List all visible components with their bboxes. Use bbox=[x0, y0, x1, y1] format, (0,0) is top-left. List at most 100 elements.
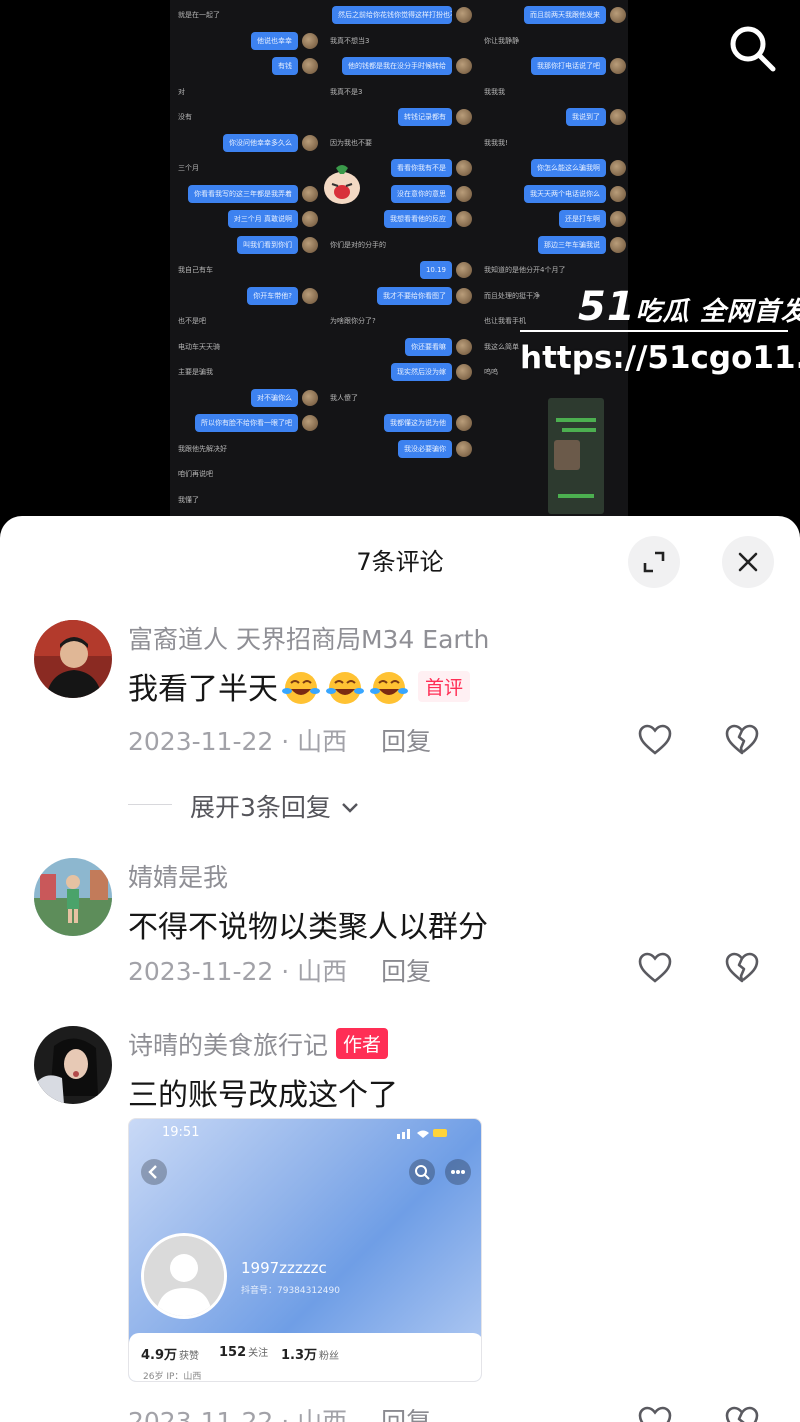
chat-bubble-received: 也不是吧 bbox=[178, 317, 206, 325]
profile-stats-card: 4.9万 获赞 152 关注 1.3万 粉丝 26岁 IP：山西 bbox=[129, 1333, 481, 1381]
chat-screenshot: 就是在一起了 他说也幸幸 有钱对没有 你没问他幸幸多久么 三个月 你看看我写的这三年都是我… bbox=[170, 0, 628, 520]
chat-bubble-sent: 叫我们看到你们 bbox=[237, 235, 298, 254]
chat-bubble-sent: 对不骗你么 bbox=[251, 388, 298, 407]
chat-bubble-sent: 我天天两个电话说你么 bbox=[524, 184, 606, 203]
chat-avatar bbox=[610, 7, 626, 23]
chat-bubble-received: 对 bbox=[178, 87, 185, 96]
chat-bubble-sent: 我都懂这为说为他 bbox=[384, 414, 452, 432]
comment-count-title: 7条评论 bbox=[356, 548, 444, 576]
fullscreen-button[interactable] bbox=[628, 536, 680, 588]
chat-bubble-received: 没有 bbox=[178, 113, 192, 121]
chat-bubble-received: 为啥跟你分了? bbox=[330, 317, 376, 325]
comment-date: 2023-11-22 · 山西 bbox=[128, 727, 348, 756]
comment-date: 2023-11-22 · 山西 bbox=[128, 957, 348, 986]
avatar[interactable] bbox=[34, 620, 112, 698]
status-time: 19:51 bbox=[162, 1125, 200, 1140]
mini-video-screenshot bbox=[548, 398, 604, 514]
chat-bubble-sent: 他说也幸幸 bbox=[251, 31, 298, 50]
chat-avatar bbox=[456, 415, 472, 431]
chat-bubble-sent: 转钱记录都有 bbox=[398, 108, 452, 126]
chat-bubble-received: 主要是骗我 bbox=[178, 368, 213, 376]
chat-avatar bbox=[456, 160, 472, 176]
chat-bubble-sent: 没在意你的意思 bbox=[391, 184, 452, 203]
profile-avatar bbox=[141, 1233, 227, 1319]
laughing-crying-emoji-icon bbox=[370, 672, 408, 704]
more-icon bbox=[445, 1159, 471, 1185]
chat-bubble-sent: 你怎么能这么骗我啊 bbox=[531, 159, 606, 177]
comment-meta: 2023-11-22 · 山西 回复 bbox=[128, 952, 431, 988]
chat-bubble-received: 我自己有车 bbox=[178, 266, 213, 274]
chat-bubble-sent: 而且前两天我跟他发来 bbox=[524, 6, 606, 24]
comment-meta: 2023-11-22 · 山西 回复 bbox=[128, 722, 431, 758]
chat-avatar bbox=[302, 185, 318, 202]
comment-author[interactable]: 婧婧是我 bbox=[128, 858, 228, 894]
chat-avatar bbox=[610, 160, 626, 176]
chat-bubble-received: 我知道的是他分开4个月了 bbox=[484, 266, 566, 274]
status-bar-icons bbox=[397, 1129, 447, 1139]
avatar[interactable] bbox=[34, 1026, 112, 1104]
chat-avatar bbox=[302, 58, 318, 74]
comment-author-name: 诗晴的美食旅行记 bbox=[128, 1031, 329, 1060]
broken-heart-icon[interactable] bbox=[724, 722, 760, 758]
chat-bubble-sent: 你看看我写的这三年都是我弄着 bbox=[188, 184, 298, 203]
chat-avatar bbox=[456, 58, 472, 74]
comment-author[interactable]: 富裔道人 天界招商局M34 Earth bbox=[128, 620, 489, 656]
chat-bubble-sent: 那边三年车骗我说 bbox=[538, 235, 606, 254]
expand-replies-label: 展开3条回复 bbox=[190, 793, 331, 822]
crying-sticker bbox=[324, 165, 360, 204]
avatar[interactable] bbox=[34, 858, 112, 936]
broken-heart-icon[interactable] bbox=[724, 950, 760, 986]
comment-author[interactable]: 诗晴的美食旅行记 作者 bbox=[128, 1026, 389, 1062]
heart-icon[interactable] bbox=[637, 722, 673, 758]
chat-bubble-received: 就是在一起了 bbox=[178, 11, 220, 19]
chat-bubble-sent: 你开车带他? bbox=[247, 286, 298, 305]
comment-image[interactable]: 19:51 1997zzzzzc 抖音号：79384312490 4.9万获赞 bbox=[128, 1118, 482, 1382]
chat-bubble-sent: 我说到了 bbox=[566, 108, 606, 126]
chat-bubble-received: 三个月 bbox=[178, 164, 199, 172]
profile-username: 1997zzzzzc bbox=[241, 1259, 327, 1277]
chat-bubble-sent: 他的钱都是我在没分手时候转给 bbox=[342, 57, 452, 75]
chat-avatar bbox=[302, 134, 318, 151]
watermark-divider bbox=[520, 330, 788, 332]
fullscreen-icon bbox=[643, 551, 665, 573]
close-button[interactable] bbox=[722, 536, 774, 588]
chat-bubble-received: 我真不是3 bbox=[330, 87, 363, 96]
chat-bubble-received: 因为我也不要 bbox=[330, 138, 372, 147]
broken-heart-icon[interactable] bbox=[724, 1404, 760, 1422]
chat-column-left: 就是在一起了 他说也幸幸 有钱对没有 你没问他幸幸多久么 三个月 你看看我写的这三年都是我… bbox=[170, 0, 320, 520]
chat-bubble-received: 我我我! bbox=[484, 138, 508, 147]
video-player[interactable]: 就是在一起了 他说也幸幸 有钱对没有 你没问他幸幸多久么 三个月 你看看我写的这三年都是我… bbox=[0, 0, 800, 535]
chat-bubble-sent: 还是打车啊 bbox=[559, 210, 606, 228]
chat-bubble-sent: 我那你打电话说了吧 bbox=[531, 57, 606, 75]
comment-text: 不得不说物以类聚人以群分 bbox=[128, 910, 488, 945]
reply-button[interactable]: 回复 bbox=[381, 727, 431, 756]
chat-bubble-sent: 10.19 bbox=[419, 261, 452, 279]
comment-meta: 2023-11-22 · 山西 回复 bbox=[128, 1402, 431, 1422]
back-icon bbox=[141, 1159, 167, 1185]
chat-avatar bbox=[302, 389, 318, 406]
chat-avatar bbox=[456, 211, 472, 227]
first-comment-badge: 首评 bbox=[418, 671, 471, 702]
comment-date: 2023-11-22 · 山西 bbox=[128, 1407, 348, 1422]
chat-bubble-sent: 看看你我有不是 bbox=[391, 159, 452, 177]
chat-avatar bbox=[456, 287, 472, 304]
chat-bubble-sent: 然后之前给你花钱你觉得这样打扮也不错对吧 bbox=[332, 6, 452, 24]
watermark-url: https://51cgo11.com bbox=[520, 340, 800, 376]
laughing-crying-emoji-icon bbox=[282, 672, 320, 704]
chat-bubble-sent: 对三个月 真敢说啊 bbox=[227, 210, 298, 228]
search-icon bbox=[409, 1159, 435, 1185]
reply-button[interactable]: 回复 bbox=[381, 957, 431, 986]
chat-avatar bbox=[302, 415, 318, 431]
search-icon[interactable] bbox=[726, 22, 778, 74]
heart-icon[interactable] bbox=[637, 950, 673, 986]
chat-column-middle: 然后之前给你花钱你觉得这样打扮也不错对吧我真不想当3 他的钱都是我在没分手时候转给… bbox=[322, 0, 474, 520]
chat-bubble-sent: 我没必要骗你 bbox=[398, 439, 452, 458]
watermark-brand: 51吃瓜 全网首发 bbox=[578, 284, 800, 330]
reply-button[interactable]: 回复 bbox=[381, 1407, 431, 1422]
author-badge: 作者 bbox=[336, 1028, 389, 1059]
chat-bubble-received: 我人傻了 bbox=[330, 393, 358, 402]
expand-replies-button[interactable]: 展开3条回复 bbox=[190, 788, 361, 824]
chat-avatar bbox=[610, 185, 626, 202]
heart-icon[interactable] bbox=[637, 1404, 673, 1422]
chevron-down-icon bbox=[342, 803, 358, 813]
